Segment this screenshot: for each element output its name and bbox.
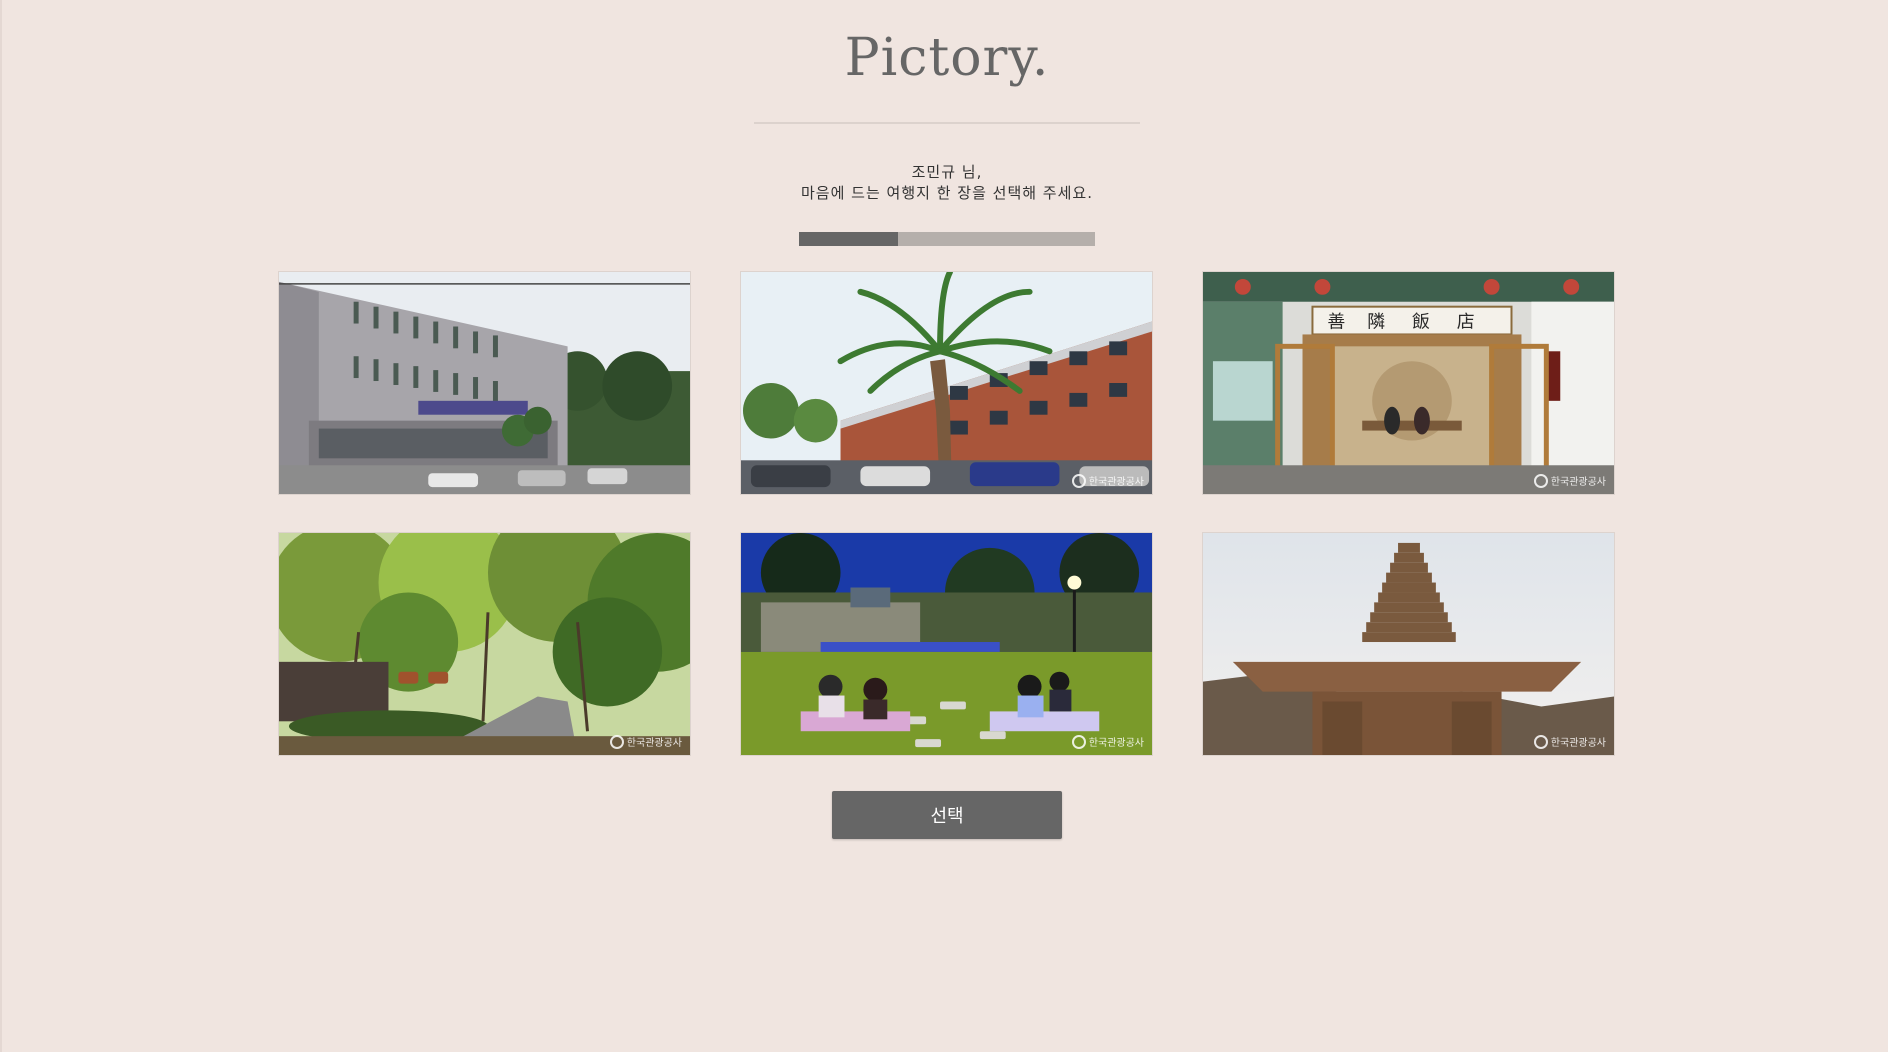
photo-forest-road[interactable]: 한국관광공사	[278, 532, 691, 756]
select-button[interactable]: 선택	[832, 791, 1062, 839]
watermark: 한국관광공사	[609, 734, 682, 749]
greeting-instruction: 마음에 드는 여행지 한 장을 선택해 주세요.	[801, 184, 1093, 202]
watermark-logo-icon	[1533, 473, 1548, 488]
svg-text:飯: 飯	[1412, 312, 1430, 333]
svg-text:店: 店	[1457, 312, 1475, 333]
greeting-message: 조민규 님, 마음에 드는 여행지 한 장을 선택해 주세요.	[0, 162, 1894, 204]
watermark: 한국관광공사	[1071, 734, 1144, 749]
page-right-edge	[1888, 0, 1894, 1052]
svg-text:隣: 隣	[1367, 312, 1385, 333]
watermark: 한국관광공사	[1533, 473, 1606, 488]
greeting-user-name: 조민규 님,	[911, 163, 983, 181]
progress-bar	[799, 232, 1095, 246]
watermark-logo-icon	[609, 734, 624, 749]
watermark-logo-icon	[1071, 473, 1086, 488]
watermark-logo-icon	[1071, 734, 1086, 749]
photo-office-building[interactable]	[278, 271, 691, 495]
page-left-edge	[0, 0, 2, 1052]
progress-bar-fill	[799, 232, 898, 246]
photo-stone-pagoda[interactable]: 한국관광공사	[1202, 532, 1615, 756]
app-logo: Pictory.	[844, 28, 1050, 88]
watermark: 한국관광공사	[1533, 734, 1606, 749]
watermark-logo-icon	[1533, 734, 1548, 749]
photo-restaurant-entrance[interactable]: 善 隣 飯 店 한국관광공사	[1202, 271, 1615, 495]
photo-palm-tree-building[interactable]: 한국관광공사	[740, 271, 1153, 495]
header-divider	[754, 122, 1140, 124]
svg-text:善: 善	[1327, 312, 1345, 333]
photo-night-concert-park[interactable]: 한국관광공사	[740, 532, 1153, 756]
photo-grid: 한국관광공사 善 隣 飯 店 한국관광공사 한국관광공사 한국관광공사 한국관광…	[278, 271, 1616, 756]
watermark: 한국관광공사	[1071, 473, 1144, 488]
